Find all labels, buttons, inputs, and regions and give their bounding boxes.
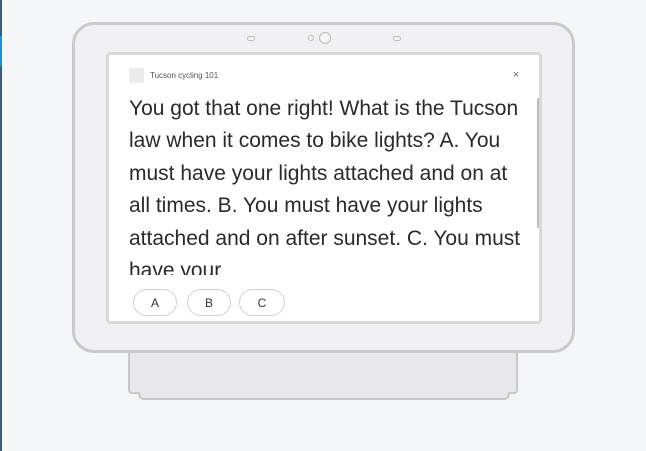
- camera-icon: [319, 32, 331, 44]
- device-stand: [128, 348, 518, 394]
- suggestion-chip-a[interactable]: A: [133, 289, 177, 316]
- microphone-right-icon: [393, 36, 401, 41]
- microphone-left-icon: [247, 36, 255, 41]
- window-edge-accent: [0, 36, 2, 66]
- window-edge: [0, 0, 2, 451]
- app-title: Tucson cycling 101: [150, 71, 219, 80]
- assistant-response-text: You got that one right! What is the Tucs…: [129, 97, 521, 275]
- scrollbar-thumb[interactable]: [537, 98, 539, 228]
- device-stand-base: [138, 392, 510, 400]
- app-icon: [129, 68, 144, 83]
- display-screen: Tucson cycling 101 × You got that one ri…: [106, 52, 542, 324]
- close-button[interactable]: ×: [509, 68, 523, 82]
- light-sensor-icon: [308, 35, 314, 41]
- suggestion-chip-b[interactable]: B: [187, 289, 231, 316]
- suggestion-chip-c[interactable]: C: [239, 289, 285, 316]
